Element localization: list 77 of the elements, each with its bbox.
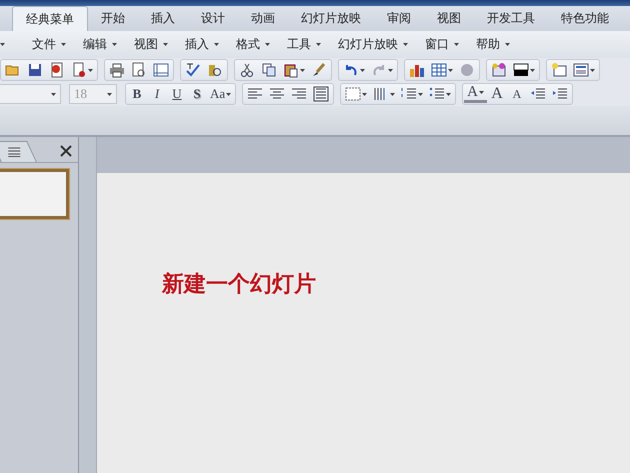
text-style-button[interactable]: B: [127, 84, 147, 104]
ribbon-tab[interactable]: 幻灯片放映: [288, 6, 374, 31]
menu-item[interactable]: 窗口: [425, 36, 459, 53]
ribbon-tab[interactable]: 动画: [238, 6, 288, 31]
caret-icon: [265, 43, 270, 46]
caret-icon: [362, 92, 368, 96]
text-style-button[interactable]: S: [187, 84, 207, 104]
close-icon[interactable]: [60, 145, 72, 157]
caret-icon: [505, 43, 510, 46]
brush-icon: [311, 62, 327, 78]
list-icon: [7, 146, 22, 156]
ribbon-tab[interactable]: 插入: [138, 6, 188, 31]
slide-text: 新建一个幻灯片: [162, 271, 317, 299]
ribbon-tab[interactable]: 经典菜单: [12, 6, 88, 31]
document-icon: [71, 62, 87, 78]
ribbon-tab[interactable]: 特色功能: [548, 6, 622, 31]
spellcheck-icon: [185, 62, 201, 78]
shrink-font-button[interactable]: A: [507, 84, 528, 104]
caret-icon: [300, 68, 305, 72]
copy-icon: [261, 62, 277, 78]
new-slide-icon: [551, 62, 567, 78]
caret-icon: [51, 92, 56, 96]
text-style-button[interactable]: I: [147, 84, 167, 104]
undo-icon: [343, 62, 359, 78]
palette-icon: [491, 62, 507, 78]
justify-icon: [313, 86, 330, 102]
caret-icon: [590, 68, 595, 72]
text-style-button[interactable]: U: [167, 84, 187, 104]
caret-icon: [448, 68, 453, 72]
ribbon-tab[interactable]: 开发工具: [474, 6, 548, 31]
caret-icon: [454, 43, 459, 46]
document-icon: [49, 62, 65, 78]
ribbon-tab[interactable]: 设计: [188, 6, 238, 31]
caret-icon: [530, 68, 535, 72]
caret-icon: [112, 43, 117, 46]
caret-icon: [388, 68, 393, 72]
frame-icon: [153, 62, 169, 78]
menu-item[interactable]: 文件: [32, 36, 66, 53]
caret-icon: [61, 43, 66, 46]
redo-icon: [371, 62, 387, 78]
menu-item[interactable]: 插入: [185, 36, 219, 53]
menu-item[interactable]: 帮助: [476, 36, 510, 53]
ribbon-tab[interactable]: 审阅: [374, 6, 424, 31]
table-icon: [431, 62, 447, 78]
caret-icon: [107, 92, 112, 96]
grow-font-button[interactable]: A: [487, 84, 508, 104]
caret-icon: [479, 91, 484, 94]
slide-thumbnail[interactable]: [0, 169, 69, 219]
caret-icon: [214, 43, 219, 46]
printer-icon: [109, 62, 125, 78]
ribbon-tab[interactable]: 开始: [88, 6, 138, 31]
caret-icon: [403, 43, 408, 46]
menu-item[interactable]: 视图: [134, 36, 168, 53]
bar-chart-icon: [409, 62, 425, 78]
menu-item[interactable]: 幻灯片放映: [338, 36, 408, 53]
caret-icon: [446, 92, 452, 96]
outline-tab[interactable]: [0, 140, 37, 162]
scissors-icon: [239, 62, 255, 78]
caret-icon: [418, 92, 424, 96]
clipboard-icon: [283, 62, 299, 78]
text-style-button[interactable]: Aa: [207, 84, 234, 104]
caret-icon: [390, 92, 396, 96]
font-name-field[interactable]: [0, 84, 61, 104]
caret-icon: [88, 68, 93, 72]
caret-icon: [226, 92, 232, 96]
font-color-button[interactable]: A: [464, 85, 488, 103]
layout-icon: [573, 62, 589, 78]
caret-icon: [0, 43, 5, 46]
text-box-icon: [345, 86, 362, 102]
caret-icon: [316, 43, 321, 46]
caret-icon: [360, 68, 365, 72]
fill-color-icon: [513, 62, 529, 78]
menu-item[interactable]: 编辑: [83, 36, 117, 53]
menu-item[interactable]: 工具: [287, 36, 321, 53]
ribbon-tab[interactable]: 视图: [424, 6, 474, 31]
menu-item[interactable]: 格式: [236, 36, 270, 53]
caret-icon: [163, 43, 168, 46]
